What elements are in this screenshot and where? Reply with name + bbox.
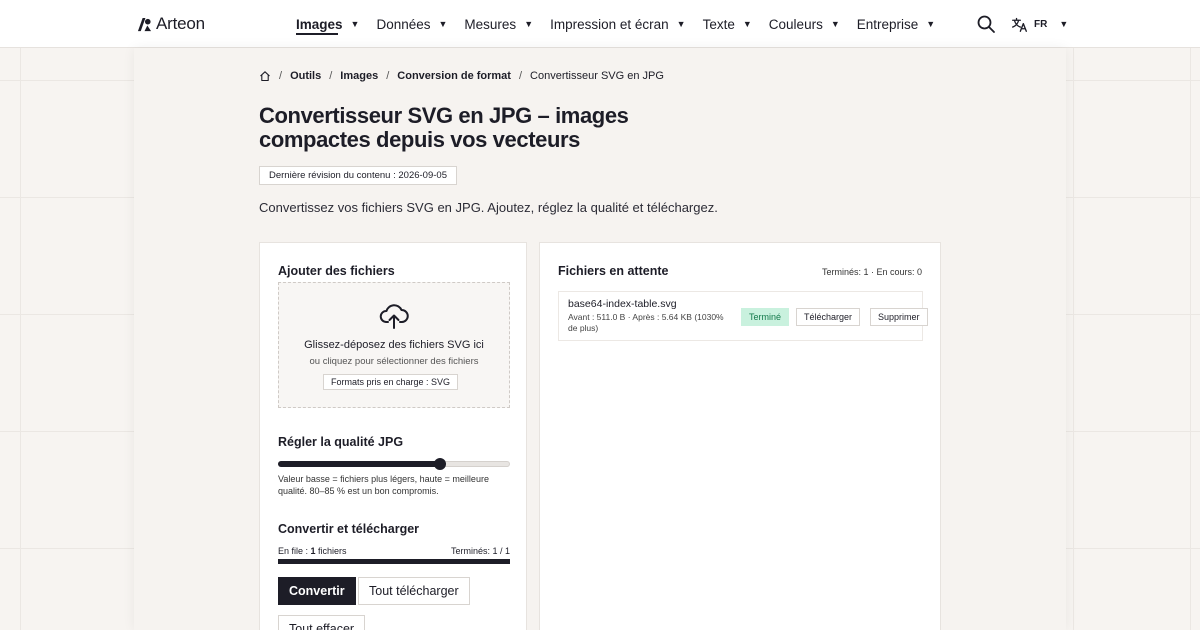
nav-item-mesures[interactable]: Mesures ▼ <box>464 0 533 48</box>
home-icon[interactable] <box>259 70 271 82</box>
caret-down-icon: ▼ <box>926 19 936 29</box>
main-content: / Outils / Images / Conversion de format… <box>134 48 1066 630</box>
supported-formats-badge: Formats pris en charge : SVG <box>323 374 459 390</box>
slider-fill <box>278 461 441 467</box>
download-file-button[interactable]: Télécharger <box>796 308 861 326</box>
nav-label: Mesures <box>464 16 517 32</box>
caret-down-icon: ▼ <box>524 19 534 29</box>
pending-heading: Fichiers en attente <box>558 264 669 278</box>
breadcrumb-separator: / <box>518 70 523 82</box>
file-name: base64-index-table.svg <box>568 298 677 310</box>
quality-heading: Régler la qualité JPG <box>278 435 404 449</box>
file-row: base64-index-table.svg Avant : 511.0 B ·… <box>558 291 928 341</box>
nav-label: Texte <box>702 16 735 32</box>
file-size-info: Avant : 511.0 B · Après : 5.64 KB (1030%… <box>568 312 724 333</box>
page-intro: Convertissez vos fichiers SVG en JPG. Aj… <box>259 200 718 215</box>
upload-heading: Ajouter des fichiers <box>278 264 395 278</box>
nav-item-images[interactable]: Images ▼ <box>296 0 359 48</box>
conversion-progress-bar <box>278 559 510 564</box>
convert-heading: Convertir et télécharger <box>278 522 420 536</box>
nav-label: Couleurs <box>768 16 823 32</box>
translate-icon <box>1012 17 1027 32</box>
slider-thumb[interactable] <box>434 458 447 470</box>
brand-name: Arteon <box>156 14 205 33</box>
brand-logo[interactable]: Arteon <box>137 14 205 34</box>
status-badge: Terminé <box>741 308 790 326</box>
pending-summary: Terminés: 1 · En cours: 0 <box>821 267 922 277</box>
converter-panel: Ajouter des fichiers Glissez-déposez des… <box>259 242 527 630</box>
clear-all-button[interactable]: Tout effacer <box>278 615 366 630</box>
queue-suffix: fichiers <box>315 546 347 556</box>
top-navigation-bar: Arteon Images ▼ Données ▼ Mesures ▼ Impr… <box>0 0 1200 48</box>
nav-item-entreprise[interactable]: Entreprise ▼ <box>857 0 935 48</box>
nav-label: Entreprise <box>856 16 919 32</box>
dropzone-title: Glissez-déposez des fichiers SVG ici <box>304 339 484 351</box>
logo-mark-icon <box>137 17 152 31</box>
file-dropzone[interactable]: Glissez-déposez des fichiers SVG ici ou … <box>278 282 510 408</box>
nav-item-couleurs[interactable]: Couleurs ▼ <box>769 0 840 48</box>
breadcrumb-link-conversion[interactable]: Conversion de format <box>397 70 511 82</box>
breadcrumb-separator: / <box>279 70 283 82</box>
main-nav: Images ▼ Données ▼ Mesures ▼ Impression … <box>296 0 952 48</box>
quality-hint: Valeur basse = fichiers plus légers, hau… <box>278 474 489 496</box>
breadcrumb-link-outils[interactable]: Outils <box>290 70 321 82</box>
dropzone-subtitle: ou cliquez pour sélectionner des fichier… <box>309 356 479 367</box>
nav-label: Données <box>376 16 431 32</box>
search-icon[interactable] <box>976 14 996 34</box>
breadcrumb-separator: / <box>329 70 333 82</box>
caret-down-icon: ▼ <box>1059 19 1069 29</box>
language-code: FR <box>1034 18 1048 30</box>
caret-down-icon: ▼ <box>350 19 360 29</box>
page-title: Convertisseur SVG en JPG – images compac… <box>259 103 629 152</box>
queue-count-text: En file : 1 fichiers <box>278 546 347 556</box>
breadcrumb-current: Convertisseur SVG en JPG <box>530 70 664 82</box>
queue-status: En file : 1 fichiers Terminés: 1 / 1 <box>278 546 510 556</box>
download-all-button[interactable]: Tout télécharger <box>358 577 470 605</box>
convert-button[interactable]: Convertir <box>278 577 356 605</box>
caret-down-icon: ▼ <box>676 19 686 29</box>
quality-slider[interactable] <box>278 458 510 470</box>
upload-cloud-icon <box>379 304 409 329</box>
nav-item-texte[interactable]: Texte ▼ <box>703 0 752 48</box>
nav-label: Impression et écran <box>550 16 669 32</box>
caret-down-icon: ▼ <box>830 19 840 29</box>
caret-down-icon: ▼ <box>438 19 448 29</box>
done-count: Terminés: 1 / 1 <box>450 546 510 556</box>
caret-down-icon: ▼ <box>742 19 752 29</box>
queue-label: En file : <box>278 546 311 556</box>
nav-item-donnees[interactable]: Données ▼ <box>376 0 447 48</box>
pending-files-panel: Fichiers en attente Terminés: 1 · En cou… <box>539 242 941 630</box>
breadcrumb: / Outils / Images / Conversion de format… <box>259 68 664 84</box>
language-selector[interactable]: FR ▼ <box>1011 14 1068 34</box>
nav-label: Images <box>296 16 343 32</box>
revision-badge: Dernière révision du contenu : 2026-09-0… <box>259 166 457 185</box>
breadcrumb-separator: / <box>386 70 390 82</box>
breadcrumb-link-images[interactable]: Images <box>340 70 378 82</box>
delete-file-button[interactable]: Supprimer <box>870 308 928 326</box>
nav-item-impression[interactable]: Impression et écran ▼ <box>550 0 685 48</box>
